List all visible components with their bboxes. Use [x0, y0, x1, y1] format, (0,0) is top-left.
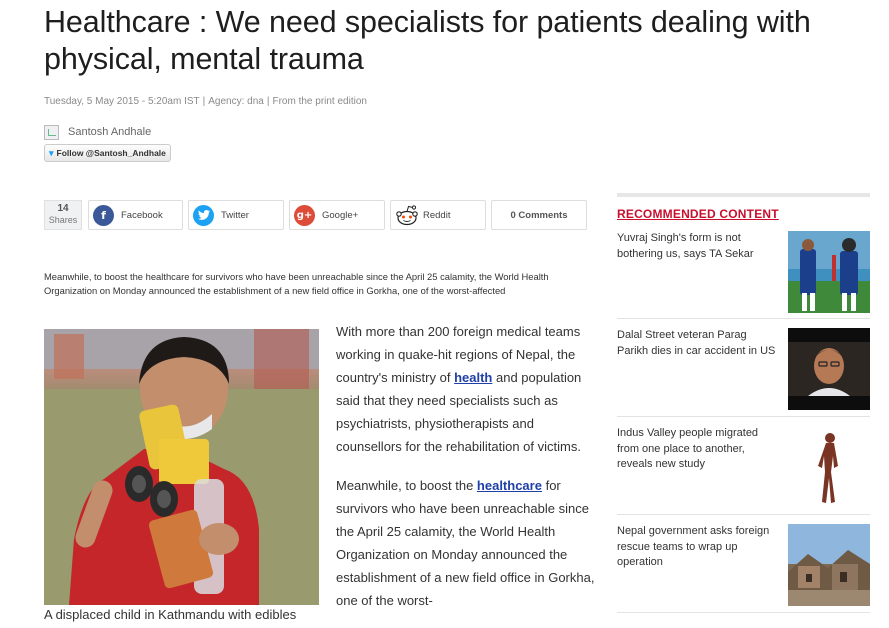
recommended-content-title[interactable]: RECOMMENDED CONTENT	[617, 207, 779, 221]
twitter-share-button[interactable]: Twitter	[188, 200, 284, 230]
article-date: Tuesday, 5 May 2015 - 5:20am IST	[44, 96, 200, 107]
sidebar-divider	[617, 514, 870, 515]
reddit-label: Reddit	[423, 209, 451, 221]
author-image-icon	[44, 124, 59, 140]
body-paragraph: With more than 200 foreign medical teams…	[336, 320, 598, 458]
article-dateline: Tuesday, 5 May 2015 - 5:20am IST | Agency:…	[44, 96, 367, 107]
article-headline: Healthcare : We need specialists for pat…	[44, 5, 811, 76]
author-name[interactable]: Santosh Andhale	[68, 126, 151, 138]
article-edition: From the print edition	[272, 96, 367, 107]
facebook-icon: f	[93, 204, 114, 226]
recommended-item[interactable]: Yuvraj Singh's form is not bothering us,…	[617, 231, 870, 313]
health-link[interactable]: health	[454, 370, 492, 385]
sidebar-divider	[617, 416, 870, 417]
recommended-item[interactable]: Dalal Street veteran Parag Parikh dies i…	[617, 328, 870, 410]
recommended-item-title[interactable]: Dalal Street veteran Parag Parikh dies i…	[617, 328, 777, 359]
share-count: 14 Shares	[44, 200, 82, 230]
sidebar-divider	[617, 318, 870, 319]
article-agency: Agency: dna	[208, 96, 264, 107]
twitter-bird-icon: ▾	[49, 147, 54, 158]
recommended-item-thumbnail[interactable]	[788, 524, 870, 606]
google-plus-icon: g+	[294, 204, 315, 226]
google-plus-label: Google+	[322, 209, 359, 221]
photo-caption: A displaced child in Kathmandu with edib…	[44, 607, 297, 622]
recommended-item-thumbnail[interactable]	[788, 328, 870, 410]
twitter-follow-button[interactable]: ▾ Follow @Santosh_Andhale	[44, 144, 171, 162]
author-byline: Santosh Andhale	[44, 124, 151, 140]
follow-label: Follow @Santosh_Andhale	[56, 148, 166, 158]
sidebar-divider	[617, 612, 870, 613]
share-count-label: Shares	[48, 215, 78, 225]
facebook-share-button[interactable]: f Facebook	[88, 200, 183, 230]
article-photo[interactable]	[44, 329, 319, 605]
comments-button[interactable]: 0 Comments	[491, 200, 587, 230]
article-summary: Meanwhile, to boost the healthcare for s…	[44, 271, 549, 296]
twitter-label: Twitter	[221, 209, 249, 221]
comments-label: 0 Comments	[510, 209, 568, 221]
recommended-item-thumbnail[interactable]	[788, 231, 870, 313]
share-count-number: 14	[57, 203, 69, 214]
body-text: Meanwhile, to boost the	[336, 478, 477, 493]
recommended-item-title[interactable]: Indus Valley people migrated from one pl…	[617, 426, 777, 473]
recommended-item[interactable]: Indus Valley people migrated from one pl…	[617, 426, 870, 508]
sidebar-divider	[617, 193, 870, 197]
twitter-icon	[193, 204, 214, 226]
google-plus-share-button[interactable]: g+ Google+	[289, 200, 385, 230]
facebook-label: Facebook	[121, 209, 163, 221]
healthcare-link[interactable]: healthcare	[477, 478, 542, 493]
recommended-item-title[interactable]: Nepal government asks foreign rescue tea…	[617, 524, 777, 571]
reddit-icon	[395, 204, 419, 226]
recommended-item[interactable]: Nepal government asks foreign rescue tea…	[617, 524, 870, 606]
body-paragraph: Meanwhile, to boost the healthcare for s…	[336, 474, 598, 612]
article-body: With more than 200 foreign medical teams…	[336, 320, 598, 628]
recommended-item-title[interactable]: Yuvraj Singh's form is not bothering us,…	[617, 231, 777, 262]
recommended-item-thumbnail[interactable]	[788, 426, 870, 508]
body-text: for survivors who have been unreachable …	[336, 478, 595, 608]
reddit-share-button[interactable]: Reddit	[390, 200, 486, 230]
